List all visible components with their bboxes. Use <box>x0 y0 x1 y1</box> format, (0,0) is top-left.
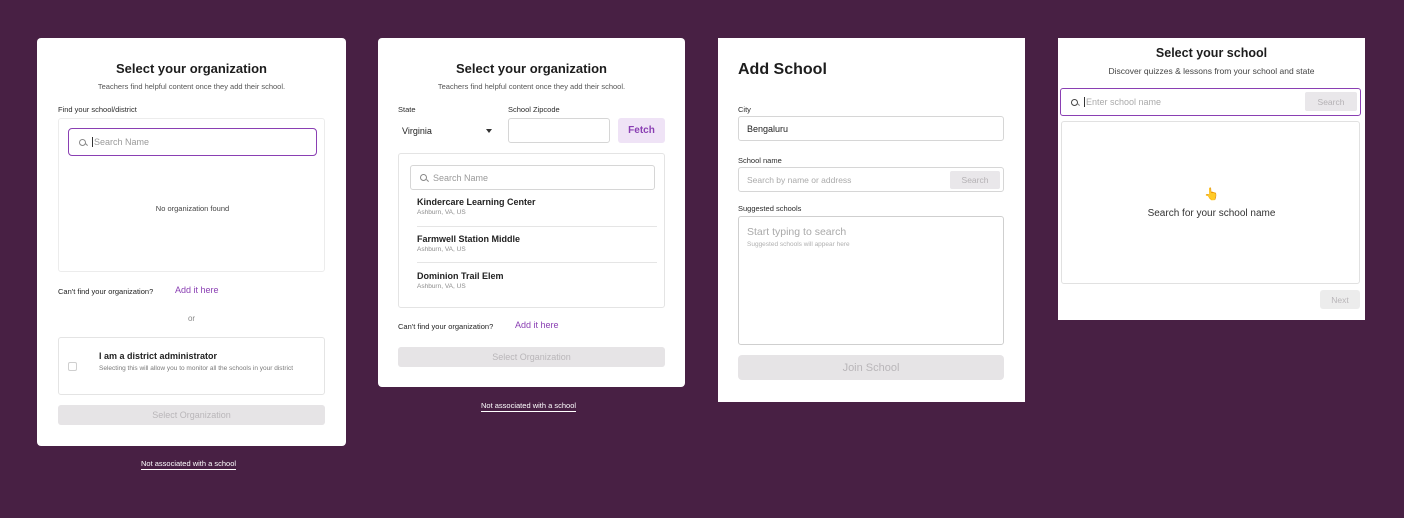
suggested-schools-label: Suggested schools <box>738 204 802 213</box>
school-name: Dominion Trail Elem <box>417 271 504 281</box>
search-placeholder: Enter school name <box>1086 97 1162 107</box>
state-label: State <box>398 105 416 114</box>
chevron-down-icon <box>486 129 492 133</box>
select-school-card: Select your school Discover quizzes & le… <box>1058 38 1365 320</box>
cant-find-text: Can't find your organization? <box>58 287 154 296</box>
search-button[interactable]: Search <box>950 171 1000 189</box>
page-subtitle: Discover quizzes & lessons from your sch… <box>1108 66 1315 76</box>
admin-description: Selecting this will allow you to monitor… <box>99 365 294 372</box>
school-list-item[interactable]: Farmwell Station Middle Ashburn, VA, US <box>417 234 520 253</box>
or-divider: or <box>187 314 196 323</box>
cursor-caret <box>1084 97 1085 107</box>
school-address: Ashburn, VA, US <box>417 283 466 290</box>
search-input[interactable]: Search Name <box>68 128 317 156</box>
school-name: Farmwell Station Middle <box>417 234 521 244</box>
district-admin-option[interactable]: I am a district administrator Selecting … <box>58 337 325 395</box>
add-school-card: Add School City Bengaluru School name Se… <box>718 38 1025 402</box>
select-organization-button[interactable]: Select Organization <box>58 405 325 425</box>
search-button[interactable]: Search <box>1305 92 1357 111</box>
admin-checkbox[interactable] <box>68 362 77 371</box>
page-title: Select your school <box>1155 46 1268 60</box>
search-results-box: Search Name No organization found <box>58 118 325 272</box>
pointing-hand-icon: 👆 <box>1204 187 1219 201</box>
page-title: Select your organization <box>456 61 607 76</box>
school-name-label: School name <box>738 156 782 165</box>
join-school-button[interactable]: Join School <box>738 355 1004 380</box>
zipcode-label: School Zipcode <box>508 105 560 114</box>
search-input[interactable]: Search Name <box>410 165 655 190</box>
page-title: Add School <box>738 61 827 78</box>
school-search-input[interactable]: Enter school name Search <box>1060 88 1361 116</box>
cant-find-text: Can't find your organization? <box>398 322 494 331</box>
select-organization-card-2: Select your organization Teachers find h… <box>378 38 685 387</box>
school-list-item[interactable]: Kindercare Learning Center Ashburn, VA, … <box>417 197 536 216</box>
list-divider <box>417 262 657 263</box>
school-name-placeholder: Search by name or address <box>747 174 852 185</box>
page-title: Select your organization <box>116 61 267 76</box>
school-list-item[interactable]: Dominion Trail Elem Ashburn, VA, US <box>417 271 504 290</box>
canvas-background: Select your organization Teachers find h… <box>0 0 1404 518</box>
suggested-hint: Suggested schools will appear here <box>747 241 850 248</box>
school-address: Ashburn, VA, US <box>417 209 466 216</box>
city-value: Bengaluru <box>747 123 789 134</box>
search-placeholder: Search Name <box>433 172 489 183</box>
add-it-here-link[interactable]: Add it here <box>175 285 219 295</box>
add-it-here-link[interactable]: Add it here <box>515 320 559 330</box>
school-name: Kindercare Learning Center <box>417 197 536 207</box>
search-placeholder: Search Name <box>94 137 150 147</box>
suggested-schools-box: Start typing to search Suggested schools… <box>738 216 1004 345</box>
not-associated-link-1[interactable]: Not associated with a school <box>141 459 237 470</box>
state-select-value: Virginia <box>402 125 432 136</box>
school-address: Ashburn, VA, US <box>417 246 466 253</box>
find-school-label: Find your school/district <box>58 105 137 114</box>
school-name-input[interactable]: Search by name or address Search <box>738 167 1004 192</box>
not-associated-link-2[interactable]: Not associated with a school <box>481 401 577 412</box>
select-organization-button[interactable]: Select Organization <box>398 347 665 367</box>
next-button[interactable]: Next <box>1320 290 1360 309</box>
select-organization-card-1: Select your organization Teachers find h… <box>37 38 346 446</box>
admin-title: I am a district administrator <box>99 351 218 361</box>
start-typing-text: Start typing to search <box>747 226 847 238</box>
cursor-caret <box>92 137 93 147</box>
city-input[interactable]: Bengaluru <box>738 116 1004 141</box>
empty-state-text: Search for your school name <box>1147 208 1276 219</box>
search-icon <box>420 174 427 181</box>
fetch-button[interactable]: Fetch <box>618 118 665 143</box>
zipcode-input[interactable] <box>508 118 610 143</box>
page-subtitle: Teachers find helpful content once they … <box>437 82 626 91</box>
city-label: City <box>738 105 751 114</box>
state-select[interactable]: Virginia <box>398 118 501 143</box>
school-results-box: Search Name Kindercare Learning Center A… <box>398 153 665 308</box>
search-icon <box>1071 98 1078 106</box>
list-divider <box>417 226 657 227</box>
page-subtitle: Teachers find helpful content once they … <box>97 82 286 91</box>
search-results-area: 👆 Search for your school name <box>1061 121 1360 284</box>
search-icon <box>79 138 86 146</box>
empty-state-text: No organization found <box>155 204 230 213</box>
